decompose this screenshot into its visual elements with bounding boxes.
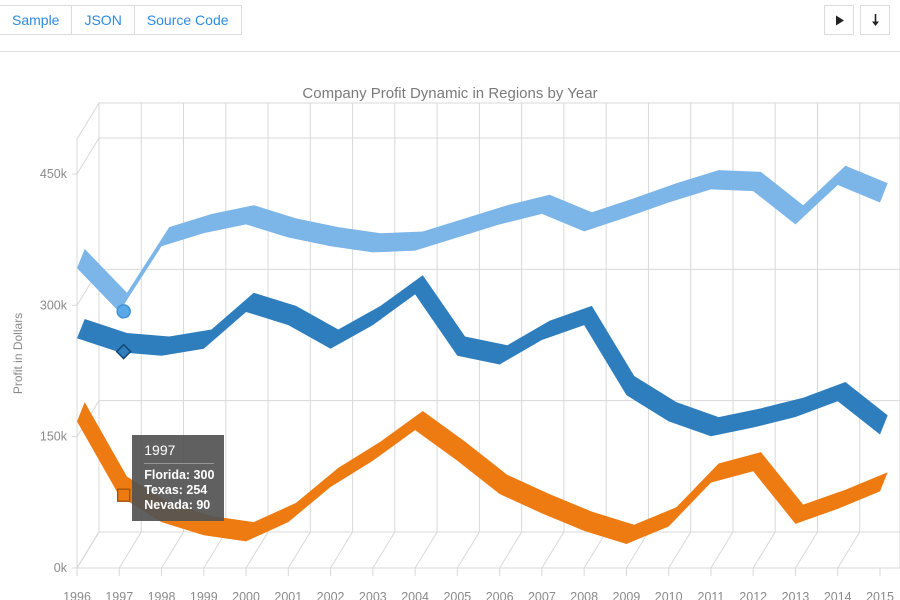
svg-text:1999: 1999 — [190, 590, 218, 600]
svg-text:1996: 1996 — [63, 590, 91, 600]
toolbar-actions — [824, 5, 890, 35]
svg-text:1997: 1997 — [105, 590, 133, 600]
svg-text:2005: 2005 — [443, 590, 471, 600]
chart-container: Company Profit Dynamic in Regions by Yea… — [0, 53, 900, 600]
tab-sample[interactable]: Sample — [0, 5, 73, 35]
svg-text:2009: 2009 — [613, 590, 641, 600]
svg-text:150k: 150k — [40, 430, 68, 444]
svg-text:300k: 300k — [40, 298, 68, 312]
download-icon — [871, 14, 879, 26]
download-button[interactable] — [860, 5, 890, 35]
svg-text:2013: 2013 — [782, 590, 810, 600]
app-root: Sample JSON Source Code Company Profit D… — [0, 0, 900, 600]
y-axis: 0k 150k 300k 450k Profit in Dollars — [11, 139, 78, 575]
tab-group: Sample JSON Source Code — [0, 5, 242, 35]
svg-text:450k: 450k — [40, 167, 68, 181]
tab-source-code[interactable]: Source Code — [133, 5, 242, 35]
svg-text:2011: 2011 — [698, 590, 725, 600]
svg-text:2004: 2004 — [401, 590, 429, 600]
svg-text:2015: 2015 — [866, 590, 894, 600]
svg-text:2012: 2012 — [739, 590, 767, 600]
svg-text:2014: 2014 — [824, 590, 852, 600]
top-toolbar: Sample JSON Source Code — [0, 0, 900, 52]
play-icon — [835, 15, 844, 25]
svg-text:Profit in Dollars: Profit in Dollars — [11, 313, 25, 394]
svg-text:2008: 2008 — [570, 590, 598, 600]
svg-text:2010: 2010 — [655, 590, 683, 600]
svg-text:1998: 1998 — [148, 590, 176, 600]
play-button[interactable] — [824, 5, 854, 35]
tab-json[interactable]: JSON — [71, 5, 135, 35]
svg-text:0k: 0k — [54, 561, 68, 575]
svg-text:2006: 2006 — [486, 590, 514, 600]
svg-text:2000: 2000 — [232, 590, 260, 600]
marker-nevada — [116, 488, 131, 502]
svg-text:2002: 2002 — [317, 590, 345, 600]
marker-florida — [116, 304, 131, 319]
svg-text:2001: 2001 — [274, 590, 302, 600]
svg-text:2007: 2007 — [528, 590, 556, 600]
svg-text:2003: 2003 — [359, 590, 387, 600]
chart-plot: 0k 150k 300k 450k Profit in Dollars 1996 1997… — [11, 101, 900, 600]
x-axis: 1996 1997 1998 1999 2000 2001 2002 2003 2004 2005… — [63, 567, 900, 600]
